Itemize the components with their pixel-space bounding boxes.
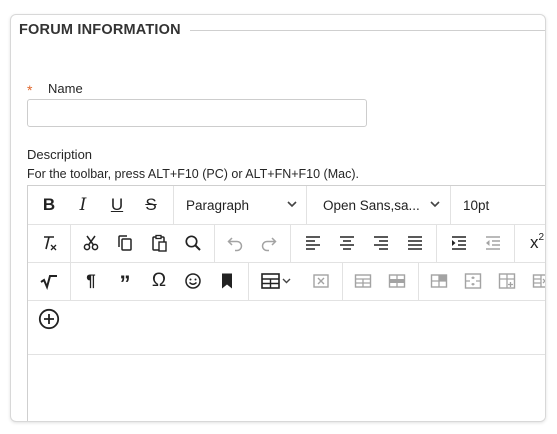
omega-icon[interactable]: Ω bbox=[142, 262, 176, 300]
find-icon[interactable] bbox=[176, 224, 210, 262]
section-title: FORUM INFORMATION bbox=[19, 22, 181, 38]
separator bbox=[514, 224, 515, 262]
undo-icon[interactable] bbox=[218, 224, 252, 262]
superscript-glyph: x bbox=[529, 233, 539, 252]
bookmark-icon[interactable] bbox=[210, 262, 244, 300]
strikethrough-icon[interactable]: S bbox=[134, 186, 168, 224]
block-format-dropdown[interactable]: Paragraph bbox=[174, 186, 306, 224]
emoji-icon[interactable] bbox=[176, 262, 210, 300]
paste-icon[interactable] bbox=[142, 224, 176, 262]
indent-icon[interactable] bbox=[442, 224, 476, 262]
description-label: Description bbox=[27, 147, 93, 162]
merge-cells-icon[interactable] bbox=[456, 262, 490, 300]
toolbar-hint: For the toolbar, press ALT+F10 (PC) or A… bbox=[27, 167, 359, 181]
required-marker: * bbox=[27, 82, 33, 98]
clear-formatting-icon[interactable] bbox=[32, 224, 66, 262]
align-right-icon[interactable] bbox=[364, 224, 398, 262]
delete-table-icon[interactable] bbox=[304, 262, 338, 300]
delete-column-icon[interactable] bbox=[524, 262, 545, 300]
font-family-value: Open Sans,sa... bbox=[323, 197, 420, 213]
chevron-down-icon bbox=[286, 198, 298, 210]
separator bbox=[418, 262, 419, 300]
justify-icon[interactable] bbox=[398, 224, 432, 262]
editor-content-area[interactable] bbox=[28, 354, 545, 421]
row-insert-before-icon[interactable] bbox=[346, 262, 380, 300]
align-left-icon[interactable] bbox=[296, 224, 330, 262]
cell-props-icon[interactable] bbox=[422, 262, 456, 300]
font-size-value: 10pt bbox=[463, 197, 490, 213]
font-family-dropdown[interactable]: Open Sans,sa... bbox=[307, 186, 449, 224]
chevron-down-icon bbox=[429, 198, 441, 210]
redo-icon[interactable] bbox=[252, 224, 286, 262]
table-icon[interactable] bbox=[254, 262, 300, 300]
separator bbox=[290, 224, 291, 262]
italic-icon[interactable]: I bbox=[66, 186, 100, 224]
row-insert-after-icon[interactable] bbox=[380, 262, 414, 300]
outdent-icon[interactable] bbox=[476, 224, 510, 262]
split-cells-icon[interactable] bbox=[490, 262, 524, 300]
separator bbox=[248, 262, 249, 300]
blockquote-icon[interactable]: ” bbox=[108, 262, 142, 300]
toolbar-row-2: x2 bbox=[28, 224, 545, 263]
align-center-icon[interactable] bbox=[330, 224, 364, 262]
name-input[interactable] bbox=[27, 99, 367, 127]
block-format-value: Paragraph bbox=[186, 197, 250, 213]
toolbar-row-3: ¶ ” Ω bbox=[28, 262, 545, 301]
separator bbox=[70, 224, 71, 262]
superscript-icon[interactable]: x2 bbox=[520, 224, 545, 262]
separator bbox=[436, 224, 437, 262]
superscript-exponent: 2 bbox=[538, 231, 545, 243]
cut-icon[interactable] bbox=[74, 224, 108, 262]
add-content-icon[interactable] bbox=[32, 300, 66, 338]
rich-text-editor: B I U S Paragraph Open Sans,sa... 10pt x… bbox=[27, 185, 545, 421]
underline-icon[interactable]: U bbox=[100, 186, 134, 224]
toolbar-row-1: B I U S Paragraph Open Sans,sa... 10pt bbox=[28, 186, 545, 225]
name-label: Name bbox=[48, 81, 83, 96]
section-divider bbox=[190, 30, 545, 31]
separator bbox=[70, 262, 71, 300]
toolbar-row-4 bbox=[28, 300, 545, 355]
math-icon[interactable] bbox=[32, 262, 66, 300]
copy-icon[interactable] bbox=[108, 224, 142, 262]
bold-icon[interactable]: B bbox=[32, 186, 66, 224]
separator bbox=[342, 262, 343, 300]
font-size-dropdown[interactable]: 10pt bbox=[451, 186, 545, 224]
paragraph-mark-icon[interactable]: ¶ bbox=[74, 262, 108, 300]
forum-information-panel: FORUM INFORMATION * Name Description For… bbox=[10, 14, 546, 422]
separator bbox=[214, 224, 215, 262]
